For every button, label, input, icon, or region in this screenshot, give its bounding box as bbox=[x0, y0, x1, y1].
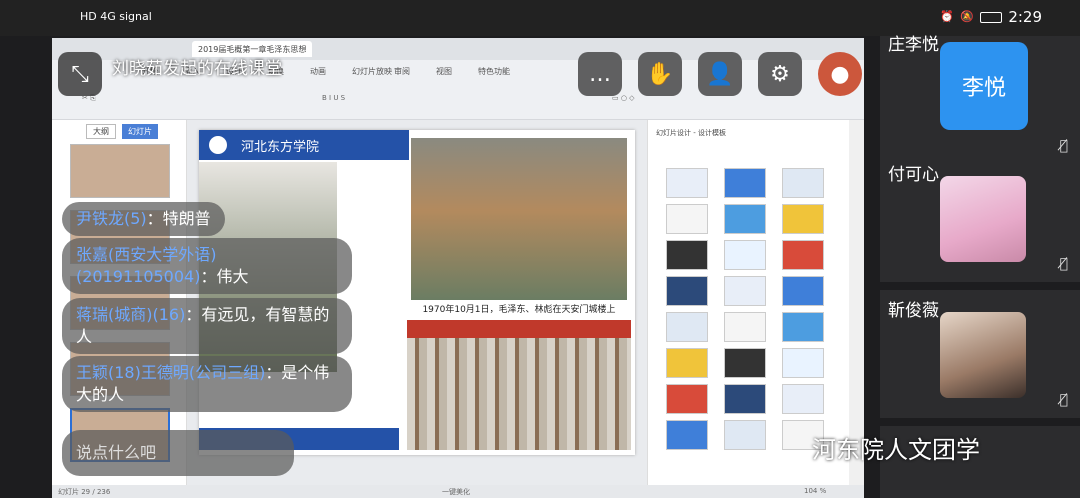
slide-photo-tiananmen bbox=[411, 138, 627, 300]
template-thumbnail[interactable] bbox=[782, 168, 824, 198]
slide-thumb[interactable] bbox=[70, 144, 170, 198]
chat-button[interactable]: … bbox=[578, 52, 622, 96]
avatar bbox=[940, 176, 1026, 262]
template-thumbnail[interactable] bbox=[724, 276, 766, 306]
beautify-button[interactable]: 一键美化 bbox=[442, 487, 470, 497]
record-icon: ● bbox=[830, 61, 850, 87]
template-thumbnail[interactable] bbox=[782, 348, 824, 378]
school-logo bbox=[209, 136, 227, 154]
gear-icon: ⚙ bbox=[770, 61, 790, 87]
participants-button[interactable]: 👤 bbox=[698, 52, 742, 96]
zoom-level: 104 % bbox=[804, 487, 827, 495]
battery-icon bbox=[980, 12, 1002, 23]
template-thumbnail[interactable] bbox=[724, 312, 766, 342]
watermark: 河东院人文团学 bbox=[812, 436, 980, 464]
ppt-ribbon: 2019届毛概第一章毛泽东思想 开始 插入 设计 切换 动画 幻灯片放映 审阅 视图 特色功能 … bbox=[52, 38, 864, 120]
collapse-icon: ⤡ bbox=[71, 61, 89, 87]
chat-message: 张嘉(西安大学外语)(20191105004)：伟大 bbox=[62, 238, 352, 294]
mic-muted-icon: 🎙̸ bbox=[1059, 138, 1068, 154]
participant-sidebar: 庄李悦 李悦 🎙̸ 付可心 🎙̸ 靳俊薇 🎙̸ bbox=[876, 35, 1080, 498]
template-thumbnail[interactable] bbox=[782, 204, 824, 234]
avatar: 李悦 bbox=[940, 42, 1028, 130]
ppt-status-bar: 幻灯片 29 / 236 一键美化 104 % bbox=[52, 485, 864, 498]
mic-muted-icon: 🎙̸ bbox=[1059, 256, 1068, 272]
template-thumbnail[interactable] bbox=[666, 240, 708, 270]
template-thumbnail[interactable] bbox=[724, 204, 766, 234]
template-thumbnail[interactable] bbox=[782, 384, 824, 414]
slide-counter: 幻灯片 29 / 236 bbox=[58, 488, 111, 496]
user-icon: 👤 bbox=[706, 61, 734, 87]
participant-name: 靳俊薇 bbox=[888, 301, 939, 321]
chat-message: 王颖(18)王德明(公司三组)：是个伟大的人 bbox=[62, 356, 352, 412]
participant-tile[interactable]: 庄李悦 李悦 🎙̸ bbox=[880, 35, 1080, 164]
menu-item[interactable]: 视图 bbox=[436, 66, 452, 77]
template-thumbnail[interactable] bbox=[724, 348, 766, 378]
template-thumbnail[interactable] bbox=[724, 168, 766, 198]
design-panel-title: 幻灯片设计 - 设计模板 bbox=[656, 129, 726, 137]
tab-outline[interactable]: 大纲 bbox=[86, 124, 116, 139]
menu-item[interactable]: 动画 bbox=[310, 66, 326, 77]
template-thumbnail[interactable] bbox=[724, 420, 766, 450]
template-thumbnail[interactable] bbox=[782, 240, 824, 270]
template-thumbnail[interactable] bbox=[724, 240, 766, 270]
menu-item[interactable]: 特色功能 bbox=[478, 66, 510, 77]
meeting-title: 刘晓茹发起的在线课堂 bbox=[112, 59, 282, 79]
chat-message: 蒋瑞(城商)(16)：有远见，有智慧的人 bbox=[62, 298, 352, 354]
settings-button[interactable]: ⚙ bbox=[758, 52, 802, 96]
template-thumbnail[interactable] bbox=[666, 204, 708, 234]
template-thumbnail[interactable] bbox=[666, 384, 708, 414]
template-thumbnail[interactable] bbox=[724, 384, 766, 414]
slide-header: 河北东方学院 bbox=[199, 130, 409, 160]
hand-icon: ✋ bbox=[646, 61, 674, 87]
font-tools[interactable]: B I U S bbox=[322, 94, 345, 102]
menu-item[interactable]: 审阅 bbox=[394, 66, 410, 77]
record-button[interactable]: ● bbox=[818, 52, 862, 96]
school-name: 河北东方学院 bbox=[241, 140, 320, 155]
template-thumbnail[interactable] bbox=[666, 276, 708, 306]
mic-muted-icon: 🎙̸ bbox=[1059, 392, 1068, 408]
template-thumbnail[interactable] bbox=[666, 348, 708, 378]
slide-photo-crowd bbox=[407, 320, 631, 450]
clock: 2:29 bbox=[1008, 8, 1042, 26]
mute-notify-icon: 🔕 bbox=[960, 10, 974, 23]
chat-message: 尹铁龙(5)：特朗普 bbox=[62, 202, 225, 236]
avatar bbox=[940, 312, 1026, 398]
participant-tile[interactable]: 付可心 🎙̸ bbox=[880, 154, 1080, 282]
template-thumbnail[interactable] bbox=[666, 420, 708, 450]
template-thumbnail[interactable] bbox=[666, 312, 708, 342]
raise-hand-button[interactable]: ✋ bbox=[638, 52, 682, 96]
menu-item[interactable]: 幻灯片放映 bbox=[352, 66, 392, 77]
template-thumbnail[interactable] bbox=[782, 276, 824, 306]
chat-input[interactable]: 说点什么吧 bbox=[62, 430, 294, 476]
participant-name: 付可心 bbox=[888, 165, 939, 185]
network-icons: HD 4G signal bbox=[80, 10, 152, 23]
tab-slides[interactable]: 幻灯片 bbox=[122, 124, 158, 139]
slide-caption: 1970年10月1日，毛泽东、林彪在天安门城楼上 bbox=[422, 305, 616, 315]
alarm-icon: ⏰ bbox=[940, 10, 954, 23]
chat-bubble-icon: … bbox=[589, 61, 611, 87]
participant-tile[interactable]: 靳俊薇 🎙̸ bbox=[880, 290, 1080, 418]
collapse-button[interactable]: ⤡ bbox=[58, 52, 102, 96]
template-thumbnail[interactable] bbox=[666, 168, 708, 198]
template-thumbnail[interactable] bbox=[782, 312, 824, 342]
participant-name: 庄李悦 bbox=[888, 35, 939, 55]
